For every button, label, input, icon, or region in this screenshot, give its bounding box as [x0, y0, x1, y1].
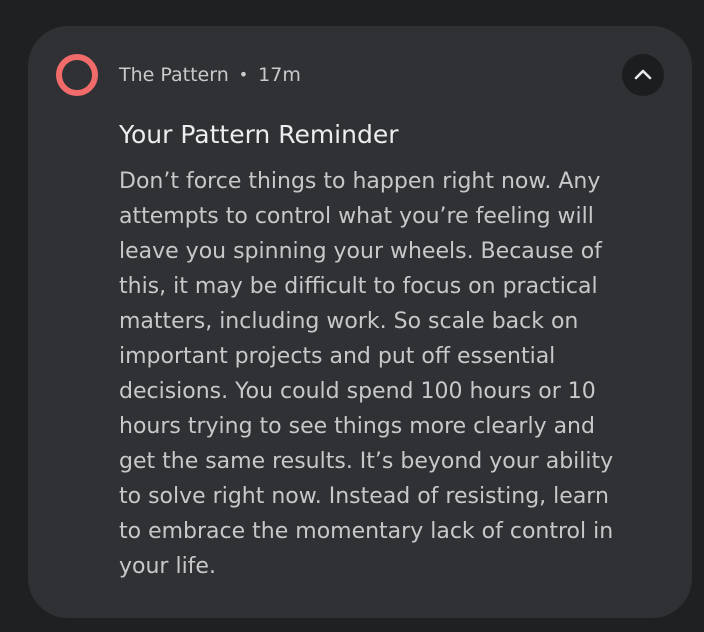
notification-header: The Pattern • 17m [119, 62, 301, 88]
body-line: get the same results. It’s beyond your a… [119, 449, 614, 474]
body-line: to solve right now. Instead of resisting… [119, 484, 609, 509]
ring-icon [56, 54, 98, 96]
app-name: The Pattern [119, 64, 229, 86]
body-line: decisions. You could spend 100 hours or … [119, 379, 596, 404]
notification-title: Your Pattern Reminder [119, 120, 399, 149]
collapse-button[interactable] [622, 54, 664, 96]
body-line: leave you spinning your wheels. Because … [119, 239, 602, 264]
notification-body: Don’t force things to happen right now. … [119, 164, 667, 584]
body-line: attempts to control what you’re feeling … [119, 204, 594, 229]
body-line: Don’t force things to happen right now. … [119, 169, 601, 194]
body-line: your life. [119, 554, 216, 579]
body-line: matters, including work. So scale back o… [119, 309, 579, 334]
header-separator: • [238, 65, 249, 84]
notification-time: 17m [258, 64, 301, 86]
chevron-up-icon [634, 69, 652, 80]
body-line: this, it may be difficult to focus on pr… [119, 274, 598, 299]
body-line: hours trying to see things more clearly … [119, 414, 595, 439]
body-line: important projects and put off essential [119, 344, 556, 369]
body-line: to embrace the momentary lack of control… [119, 519, 614, 544]
